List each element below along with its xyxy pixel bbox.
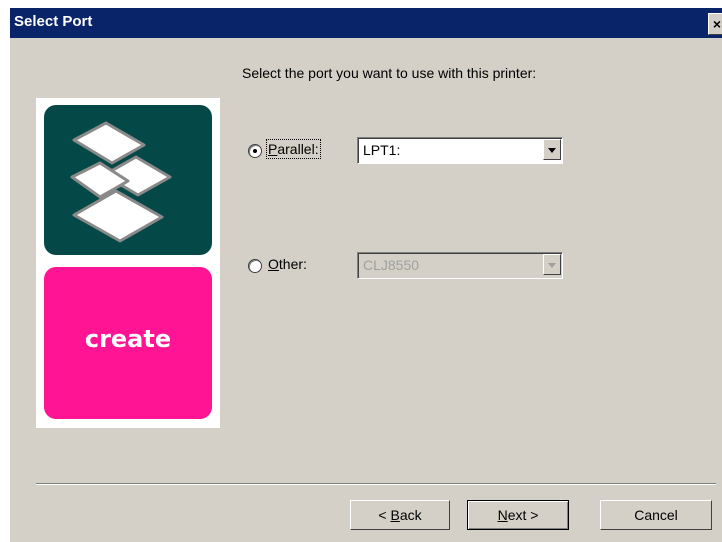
back-mnemonic: B: [390, 507, 400, 523]
wizard-logo: create: [36, 98, 220, 428]
instruction-text: Select the port you want to use with thi…: [242, 65, 537, 81]
logo-text: create: [84, 325, 172, 353]
other-port-value: CLJ8550: [363, 257, 420, 273]
back-prefix: <: [378, 507, 391, 523]
cancel-button[interactable]: Cancel: [600, 500, 712, 530]
chevron-down-icon[interactable]: [543, 254, 561, 275]
other-port-select[interactable]: CLJ8550: [357, 252, 563, 279]
other-radio[interactable]: [248, 259, 262, 273]
back-button[interactable]: < Back: [350, 500, 450, 530]
other-label-rest: ther:: [278, 256, 307, 272]
title-bar[interactable]: Select Port ×: [10, 8, 722, 38]
next-rest: ext >: [507, 507, 539, 523]
logo-top-panel: [44, 105, 212, 255]
select-port-dialog: Select Port × Select the port you want t…: [10, 8, 722, 542]
next-mnemonic: N: [497, 507, 508, 523]
stacked-layers-icon: [70, 121, 172, 243]
window-title: Select Port: [14, 13, 93, 30]
chevron-down-icon[interactable]: [543, 139, 561, 160]
next-button[interactable]: Next >: [467, 500, 569, 530]
back-rest: ack: [399, 507, 422, 523]
parallel-label-rest: arallel:: [277, 141, 319, 157]
other-mnemonic: O: [268, 256, 279, 272]
other-label[interactable]: Other:: [268, 256, 307, 272]
parallel-mnemonic: P: [268, 141, 278, 157]
parallel-port-value: LPT1:: [363, 142, 401, 158]
separator: [36, 483, 716, 485]
parallel-port-select[interactable]: LPT1:: [357, 137, 563, 164]
parallel-label[interactable]: Parallel:: [266, 139, 321, 159]
close-button[interactable]: ×: [708, 13, 722, 35]
parallel-radio[interactable]: [248, 144, 262, 158]
logo-bottom-panel: create: [44, 267, 212, 419]
